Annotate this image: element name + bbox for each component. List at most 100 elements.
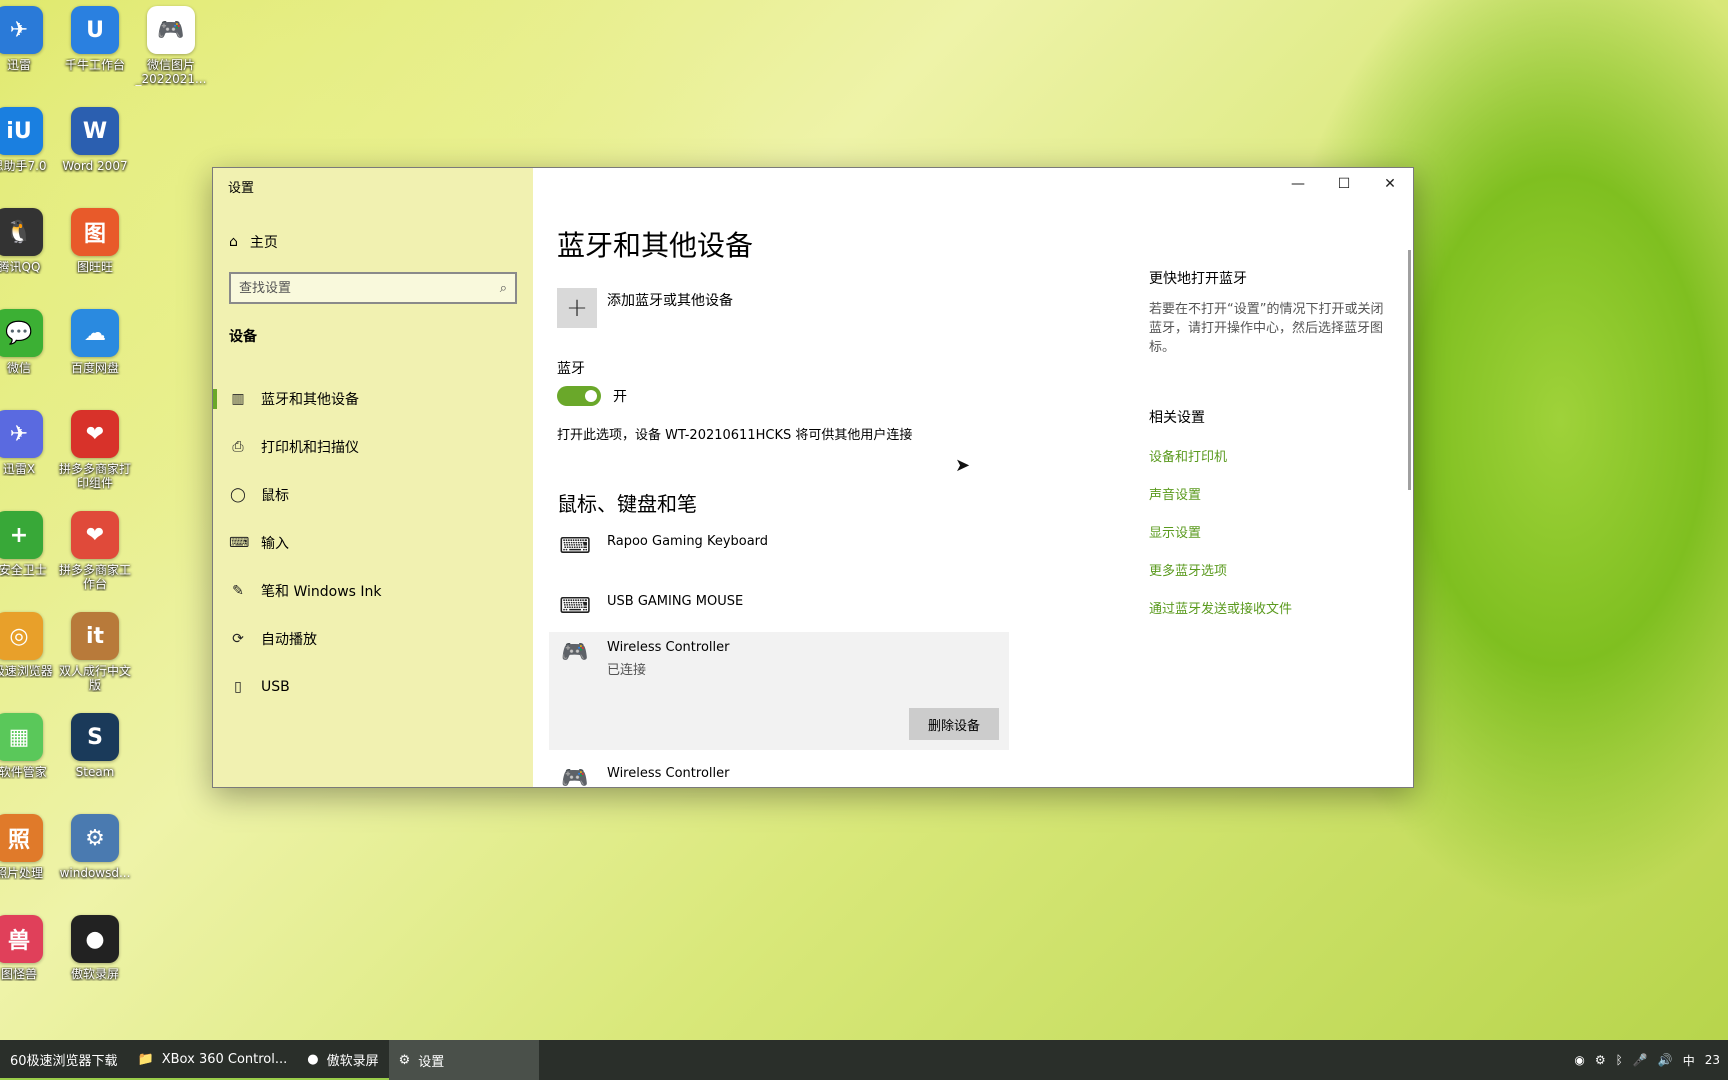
- desktop-icon[interactable]: 图图旺旺: [58, 208, 132, 300]
- device-name: Wireless Controller: [607, 766, 730, 781]
- page-title: 蓝牙和其他设备: [557, 229, 754, 262]
- related-link[interactable]: 通过蓝牙发送或接收文件: [1149, 598, 1389, 617]
- taskbar-item[interactable]: 60极速浏览器下载: [0, 1040, 128, 1080]
- sidebar-item[interactable]: ⟳ 自动播放: [213, 615, 533, 663]
- sidebar-item[interactable]: ⎙ 打印机和扫描仪: [213, 423, 533, 471]
- maximize-button[interactable]: ☐: [1321, 168, 1367, 200]
- desktop-icon[interactable]: ❤ 拼多多商家工作台: [58, 511, 132, 603]
- quick-bluetooth-desc: 若要在不打开“设置”的情况下打开或关闭蓝牙，请打开操作中心，然后选择蓝牙图标。: [1149, 302, 1384, 355]
- app-icon: ✈: [0, 410, 43, 458]
- desktop-icon[interactable]: +0安全卫士: [0, 511, 56, 603]
- bluetooth-toggle[interactable]: [557, 386, 601, 406]
- desktop-icon-label: 微信图片_2022021...: [135, 58, 207, 86]
- related-links: 设备和打印机 声音设置显示设置更多蓝牙选项 通过蓝牙发送或接收文件: [1149, 446, 1389, 617]
- search-icon[interactable]: ⌕: [500, 281, 507, 296]
- app-icon: ●: [71, 915, 119, 963]
- desktop-icon[interactable]: W Word 2007: [58, 107, 132, 199]
- section-title: 设备: [229, 329, 257, 345]
- taskbar-items: 60极速浏览器下载 📁 XBox 360 Control... ● 傲软录屏 ⚙ 设置: [0, 1040, 539, 1080]
- app-icon: +: [0, 511, 43, 559]
- taskbar-app-icon: ⚙: [398, 1052, 411, 1068]
- desktop-icon-label: 拼多多商家打印组件: [58, 462, 131, 490]
- desktop-icon-label: windowsd...: [59, 866, 131, 880]
- printer-icon: ⎙: [232, 439, 244, 455]
- desktop-icon[interactable]: ☁ 百度网盘: [58, 309, 132, 401]
- minimize-button[interactable]: —: [1275, 168, 1321, 200]
- search-input[interactable]: [239, 280, 500, 296]
- desktop-icon-label: 图怪兽: [0, 967, 37, 981]
- desktop-icon-label: 傲软录屏: [70, 967, 119, 981]
- bluetooth-description: 打开此选项，设备 WT-20210611HCKS 将可供其他用户连接: [557, 428, 913, 443]
- steam-tray-icon[interactable]: ⚙: [1595, 1053, 1606, 1067]
- desktop-icon[interactable]: 照照片处理: [0, 814, 56, 906]
- add-device-row[interactable]: + 添加蓝牙或其他设备: [557, 288, 733, 328]
- plus-icon[interactable]: +: [557, 288, 597, 328]
- keyboard-icon: ⌨: [229, 535, 250, 551]
- app-icon: ❤: [71, 410, 119, 458]
- home-icon: ⌂: [229, 234, 238, 250]
- desktop-icon[interactable]: it 双人成行中文版: [58, 612, 132, 704]
- toggle-state-label: 开: [613, 389, 627, 405]
- desktop-icon[interactable]: 🐧 腾讯QQ: [0, 208, 56, 300]
- related-link[interactable]: 声音设置: [1149, 484, 1389, 503]
- sidebar-item[interactable]: ▥ 蓝牙和其他设备: [213, 375, 533, 423]
- ime-indicator[interactable]: 中: [1683, 1052, 1695, 1069]
- sidebar-item[interactable]: ▯ USB: [213, 663, 533, 711]
- taskbar-item[interactable]: ⚙ 设置: [388, 1040, 539, 1080]
- desktop-icon-label: 0极速浏览器: [0, 664, 53, 678]
- related-link[interactable]: 显示设置: [1149, 522, 1389, 541]
- desktop-icon-label: 拼多多商家工作台: [58, 563, 131, 591]
- sidebar-item-label: 输入: [261, 536, 289, 552]
- clock[interactable]: 23: [1705, 1053, 1720, 1067]
- right-panel: 更快地打开蓝牙 若要在不打开“设置”的情况下打开或关闭蓝牙，请打开操作中心，然后…: [1149, 268, 1389, 617]
- device-name: Rapoo Gaming Keyboard: [607, 534, 769, 549]
- desktop-icon[interactable]: 兽图怪兽: [0, 915, 56, 1007]
- home-link[interactable]: ⌂ 主页: [229, 232, 278, 252]
- autoplay-icon: ⟳: [232, 631, 244, 647]
- app-icon: it: [71, 612, 119, 660]
- desktop-icon[interactable]: S Steam: [58, 713, 132, 805]
- network-icon[interactable]: ◉: [1574, 1053, 1584, 1067]
- desktop-icon[interactable]: iU 思助手7.0: [0, 107, 56, 199]
- search-box: ⌕: [229, 272, 517, 304]
- taskbar-item[interactable]: ● 傲软录屏: [297, 1040, 389, 1080]
- desktop-icon[interactable]: ● 傲软录屏: [58, 915, 132, 1007]
- keyboard-icon: ⌨: [559, 594, 591, 619]
- related-link[interactable]: 设备和打印机: [1149, 446, 1389, 465]
- bluetooth-toggle-row: 开: [557, 386, 627, 406]
- desktop-icon[interactable]: U 千牛工作台: [58, 6, 132, 98]
- app-icon: ✈: [0, 6, 43, 54]
- desktop-icon-label: 照片处理: [0, 866, 43, 880]
- desktop-icon[interactable]: ✈ 迅雷X: [0, 410, 56, 502]
- taskbar-item[interactable]: 📁 XBox 360 Control...: [127, 1040, 298, 1080]
- desktop-icon[interactable]: 💬 微信: [0, 309, 56, 401]
- sidebar-item[interactable]: ✎ 笔和 Windows Ink: [213, 567, 533, 615]
- taskbar-item-label: XBox 360 Control...: [161, 1051, 288, 1067]
- device-name: Wireless Controller: [607, 640, 730, 655]
- remove-device-button[interactable]: 删除设备: [909, 708, 999, 740]
- app-icon: 🐧: [0, 208, 43, 256]
- volume-icon[interactable]: 🔊: [1658, 1053, 1673, 1067]
- device-item[interactable]: ⌨ USB GAMING MOUSE: [549, 586, 1009, 627]
- desktop-icon[interactable]: ◎ 0极速浏览器: [0, 612, 56, 704]
- microphone-icon[interactable]: 🎤: [1633, 1053, 1648, 1067]
- desktop-icon[interactable]: ❤ 拼多多商家打印组件: [58, 410, 132, 502]
- desktop-icon[interactable]: ▦ 0软件管家: [0, 713, 56, 805]
- device-item[interactable]: 🎮 Wireless Controller 已连接 删除设备: [549, 632, 1009, 750]
- desktop-icon[interactable]: ✈ 迅雷: [0, 6, 56, 98]
- pen-icon: ✎: [232, 583, 244, 599]
- device-item[interactable]: 🎮 Wireless Controller 已配对: [549, 758, 1009, 787]
- app-icon: ☁: [71, 309, 119, 357]
- sidebar-item[interactable]: ◯ 鼠标: [213, 471, 533, 519]
- taskbar-app-icon: ●: [307, 1051, 319, 1067]
- app-icon: 💬: [0, 309, 43, 357]
- app-icon: 照: [0, 814, 43, 862]
- scrollbar[interactable]: [1408, 250, 1411, 490]
- desktop-icon[interactable]: 🎮 微信图片_2022021...: [134, 6, 208, 98]
- bluetooth-tray-icon[interactable]: ᛒ: [1616, 1053, 1623, 1067]
- sidebar-item[interactable]: ⌨ 输入: [213, 519, 533, 567]
- related-link[interactable]: 更多蓝牙选项: [1149, 560, 1389, 579]
- desktop-icon[interactable]: ⚙ windowsd...: [58, 814, 132, 906]
- close-button[interactable]: ✕: [1367, 168, 1413, 200]
- device-item[interactable]: ⌨ Rapoo Gaming Keyboard: [549, 526, 1009, 567]
